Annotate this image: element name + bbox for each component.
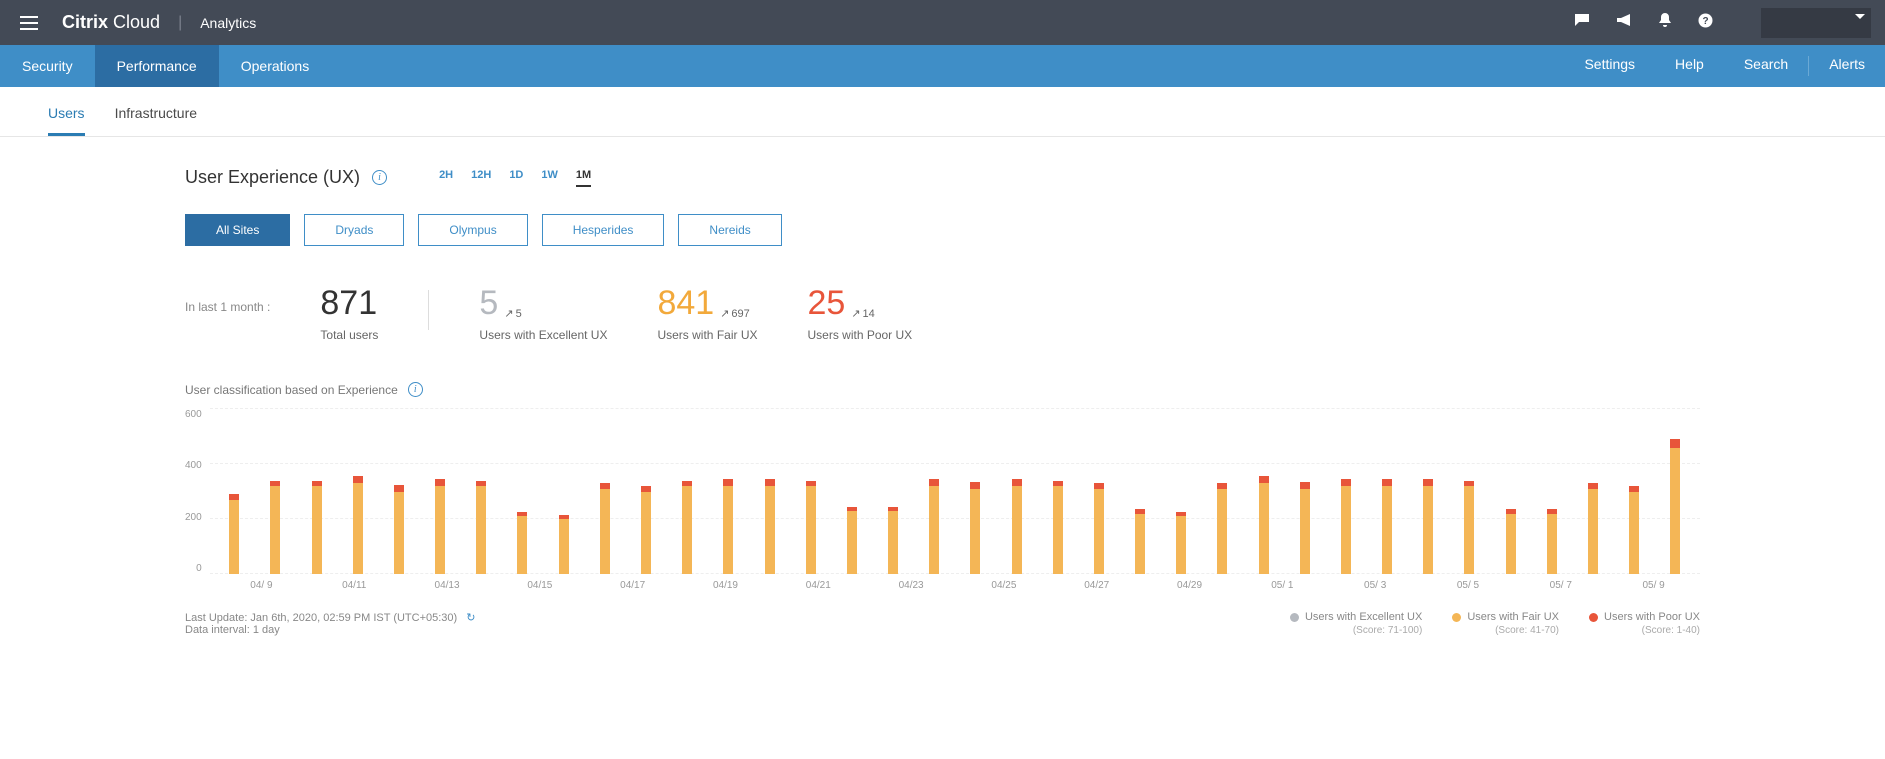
stat-total: 871 Total users bbox=[320, 286, 378, 342]
range-2H[interactable]: 2H bbox=[439, 169, 453, 187]
x-axis: 04/ 904/1104/1304/1504/1704/1904/2104/23… bbox=[185, 580, 1700, 591]
range-12H[interactable]: 12H bbox=[471, 169, 491, 187]
time-ranges: 2H 12H 1D 1W 1M bbox=[439, 169, 591, 187]
bar-day[interactable] bbox=[296, 481, 337, 575]
legend-item: Users with Fair UX(Score: 41-70) bbox=[1452, 611, 1559, 636]
bar-day[interactable] bbox=[1531, 509, 1572, 574]
bar-day[interactable] bbox=[337, 476, 378, 574]
bar-day[interactable] bbox=[1037, 481, 1078, 575]
bar-day[interactable] bbox=[1367, 479, 1408, 574]
brand: Citrix Cloud bbox=[62, 12, 160, 33]
bar-day[interactable] bbox=[255, 481, 296, 575]
update-info: Last Update: Jan 6th, 2020, 02:59 PM IST… bbox=[185, 611, 475, 636]
site-filter-row: All Sites Dryads Olympus Hesperides Nereids bbox=[185, 214, 1700, 246]
bar-day[interactable] bbox=[1408, 479, 1449, 574]
bar-day[interactable] bbox=[584, 483, 625, 574]
bar-day[interactable] bbox=[543, 515, 584, 574]
bar-day[interactable] bbox=[667, 481, 708, 575]
top-bar: Citrix Cloud | Analytics ? bbox=[0, 0, 1885, 45]
bar-day[interactable] bbox=[955, 482, 996, 574]
bar-day[interactable] bbox=[1449, 481, 1490, 575]
legend-item: Users with Poor UX(Score: 1-40) bbox=[1589, 611, 1700, 636]
site-nereids[interactable]: Nereids bbox=[678, 214, 781, 246]
y-axis: 6004002000 bbox=[185, 409, 210, 574]
nav-performance[interactable]: Performance bbox=[95, 45, 219, 87]
bar-day[interactable] bbox=[914, 479, 955, 574]
subnav-infrastructure[interactable]: Infrastructure bbox=[115, 105, 197, 136]
title-row: User Experience (UX) i 2H 12H 1D 1W 1M bbox=[185, 167, 1700, 188]
nav-search[interactable]: Search bbox=[1724, 56, 1808, 72]
subnav-users[interactable]: Users bbox=[48, 105, 85, 136]
info-icon[interactable]: i bbox=[408, 382, 423, 397]
bar-day[interactable] bbox=[996, 479, 1037, 574]
bar-day[interactable] bbox=[1614, 486, 1655, 574]
nav-help[interactable]: Help bbox=[1655, 56, 1724, 72]
site-dryads[interactable]: Dryads bbox=[304, 214, 404, 246]
bar-day[interactable] bbox=[1284, 482, 1325, 574]
info-icon[interactable]: i bbox=[372, 170, 387, 185]
site-all-sites[interactable]: All Sites bbox=[185, 214, 290, 246]
refresh-icon[interactable]: ↻ bbox=[466, 612, 475, 624]
bar-day[interactable] bbox=[1161, 512, 1202, 574]
site-olympus[interactable]: Olympus bbox=[418, 214, 527, 246]
stats-prefix: In last 1 month : bbox=[185, 286, 270, 314]
bar-day[interactable] bbox=[749, 479, 790, 574]
bar-day[interactable] bbox=[1119, 509, 1160, 574]
nav-operations[interactable]: Operations bbox=[219, 45, 331, 87]
nav-items: SecurityPerformanceOperations bbox=[0, 45, 331, 87]
bar-day[interactable] bbox=[1572, 483, 1613, 574]
nav-settings[interactable]: Settings bbox=[1564, 56, 1655, 72]
nav-bar: SecurityPerformanceOperations SettingsHe… bbox=[0, 45, 1885, 87]
chat-icon[interactable] bbox=[1574, 13, 1590, 32]
bar-day[interactable] bbox=[1202, 483, 1243, 574]
bar-day[interactable] bbox=[1325, 479, 1366, 574]
stat-poor[interactable]: 2514 Users with Poor UX bbox=[807, 286, 912, 342]
bar-day[interactable] bbox=[214, 494, 255, 574]
chart-title-row: User classification based on Experience … bbox=[185, 382, 1700, 397]
bar-day[interactable] bbox=[1243, 476, 1284, 574]
range-1D[interactable]: 1D bbox=[509, 169, 523, 187]
bar-day[interactable] bbox=[625, 486, 666, 574]
bar-day[interactable] bbox=[831, 507, 872, 574]
bar-day[interactable] bbox=[1078, 483, 1119, 574]
sub-nav: Users Infrastructure bbox=[0, 87, 1885, 137]
page-title: User Experience (UX) bbox=[185, 167, 360, 188]
bell-icon[interactable] bbox=[1658, 12, 1672, 33]
range-1W[interactable]: 1W bbox=[541, 169, 558, 187]
chart-area bbox=[210, 409, 1700, 574]
range-1M[interactable]: 1M bbox=[576, 169, 591, 187]
divider bbox=[428, 290, 429, 330]
stat-excellent[interactable]: 55 Users with Excellent UX bbox=[479, 286, 607, 342]
bar-day[interactable] bbox=[790, 481, 831, 575]
nav-alerts[interactable]: Alerts bbox=[1809, 56, 1885, 72]
bar-day[interactable] bbox=[708, 479, 749, 574]
stat-fair[interactable]: 841697 Users with Fair UX bbox=[657, 286, 757, 342]
brand-divider: | bbox=[178, 14, 182, 32]
bar-day[interactable] bbox=[420, 479, 461, 574]
stats-row: In last 1 month : 871 Total users 55 Use… bbox=[185, 286, 1700, 342]
announce-icon[interactable] bbox=[1616, 13, 1632, 32]
site-hesperides[interactable]: Hesperides bbox=[542, 214, 665, 246]
bar-day[interactable] bbox=[378, 485, 419, 574]
legend-item: Users with Excellent UX(Score: 71-100) bbox=[1290, 611, 1422, 636]
chart: 6004002000 bbox=[185, 409, 1700, 574]
svg-text:?: ? bbox=[1702, 16, 1708, 27]
bar-day[interactable] bbox=[872, 507, 913, 574]
nav-right: SettingsHelpSearchAlerts bbox=[1564, 56, 1885, 76]
chart-footer: Last Update: Jan 6th, 2020, 02:59 PM IST… bbox=[185, 611, 1700, 636]
top-icons: ? bbox=[1574, 8, 1871, 38]
menu-icon[interactable] bbox=[14, 10, 44, 36]
bar-day[interactable] bbox=[1655, 439, 1696, 574]
bar-day[interactable] bbox=[502, 512, 543, 574]
bar-day[interactable] bbox=[461, 481, 502, 575]
app-name: Analytics bbox=[200, 15, 256, 31]
legend: Users with Excellent UX(Score: 71-100) Us… bbox=[1290, 611, 1700, 636]
account-menu[interactable] bbox=[1761, 8, 1871, 38]
help-icon[interactable]: ? bbox=[1698, 13, 1713, 33]
nav-security[interactable]: Security bbox=[0, 45, 95, 87]
bar-day[interactable] bbox=[1490, 509, 1531, 574]
content: User Experience (UX) i 2H 12H 1D 1W 1M All S… bbox=[0, 137, 1885, 676]
